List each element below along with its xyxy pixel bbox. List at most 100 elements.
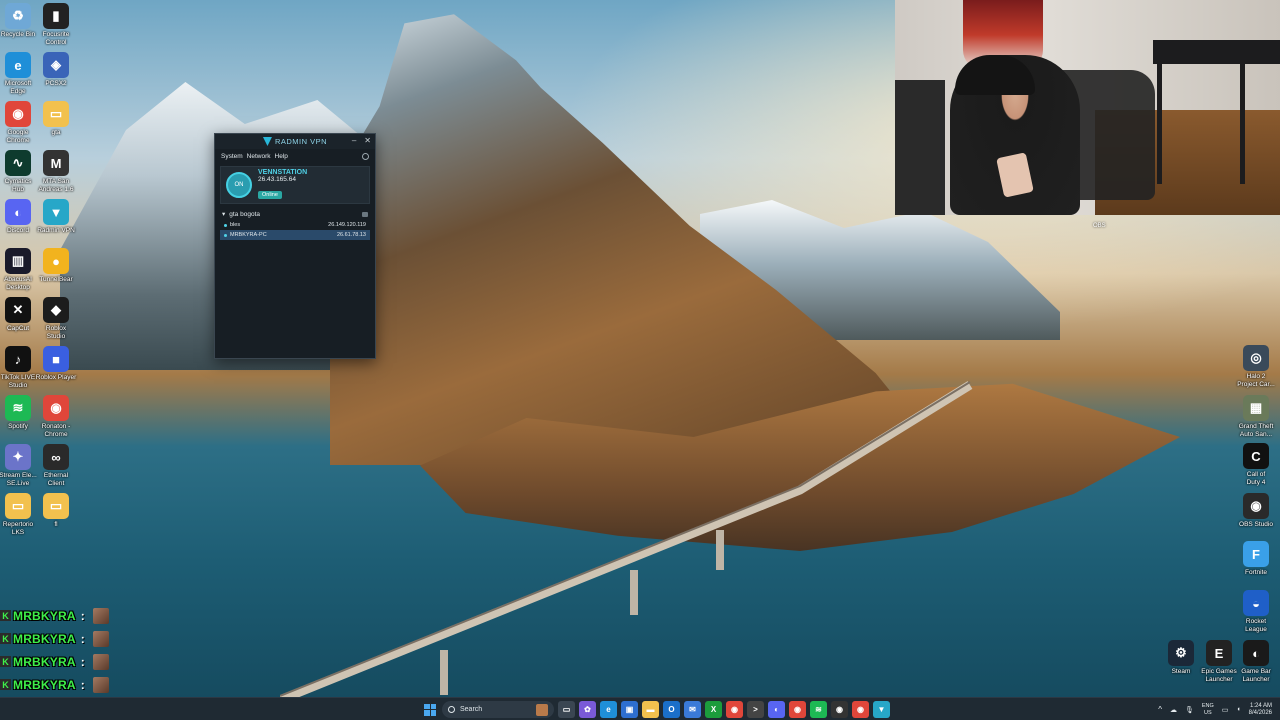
webcam-desk-leg [1157, 64, 1162, 184]
chat-username: MRBKYRA [13, 631, 76, 646]
desktop-icon[interactable]: ◎ Halo 2 Project Car... [1232, 345, 1280, 389]
peer-ip: 26.149.120.119 [328, 222, 366, 228]
radmin-logo-icon [262, 137, 272, 146]
language-code: ENG [1201, 702, 1214, 709]
desktop-icon[interactable]: ● TunnelBear [32, 248, 80, 284]
microphone-icon[interactable]: 🎙 [1185, 706, 1194, 714]
obs-icon[interactable]: ◉ [831, 701, 848, 718]
desktop-icon[interactable]: ◒ Rocket League [1232, 590, 1280, 634]
desktop-icon[interactable]: ◉ OBS Studio [1232, 493, 1280, 529]
menu-system[interactable]: System [221, 153, 243, 160]
radmin-icon[interactable]: ▼ [873, 701, 890, 718]
status-badge: Online [258, 191, 282, 199]
menu-network[interactable]: Network [247, 153, 271, 160]
desktop-icon[interactable]: ◉ Ronaton - Chrome [32, 395, 80, 439]
desktop-icon[interactable]: ∞ Ethernal Client [32, 444, 80, 488]
desktop-icon[interactable]: F Fortnite [1232, 541, 1280, 577]
webcam-desk [1153, 40, 1280, 64]
desktop-icon-label: Fortnite [1244, 569, 1268, 576]
edge-icon[interactable]: e [600, 701, 617, 718]
tiktok-icon: ♪ [5, 346, 31, 372]
desktop-icon[interactable]: ◐ Game Bar Launcher [1232, 640, 1280, 684]
outlook-icon[interactable]: O [663, 701, 680, 718]
store-icon[interactable]: ▣ [621, 701, 638, 718]
mta-icon: M [43, 150, 69, 176]
mail-icon[interactable]: ✉ [684, 701, 701, 718]
chat-avatar [92, 653, 109, 670]
clock-time: 1:24 AM [1249, 702, 1272, 709]
volume-icon[interactable]: ◖ [1236, 706, 1240, 713]
collapse-triangle-icon[interactable]: ▾ [222, 210, 225, 218]
network-group: ▾ gta bogota bles 26.149.120.119 MRBKYRA… [220, 208, 370, 240]
xbox-icon[interactable]: X [705, 701, 722, 718]
desktop-icon[interactable]: ▭ fl [32, 493, 80, 529]
desktop-icon[interactable]: ▦ Grand Theft Auto San... [1232, 395, 1280, 439]
desktop-icon[interactable]: M MTA San Andreas 1.6 [32, 150, 80, 194]
network-name: gta bogota [229, 210, 260, 218]
taskbar-search[interactable]: Search [442, 701, 554, 718]
streamelements-icon: ✦ [5, 444, 31, 470]
language-indicator[interactable]: ENG US [1202, 703, 1214, 717]
network-icon[interactable]: ▭ [1222, 706, 1229, 714]
start-button[interactable] [422, 702, 438, 718]
clock[interactable]: 1:24 AM 8/4/2026 [1249, 703, 1272, 717]
chat-message: KMRBKYRA: [0, 627, 120, 650]
peer-row[interactable]: bles 26.149.120.119 [220, 220, 370, 230]
task-view-icon[interactable]: ▭ [558, 701, 575, 718]
fortnite-icon: F [1243, 541, 1269, 567]
desktop-icon-label: gta [51, 129, 61, 136]
kick-badge-icon: K [0, 656, 11, 667]
chat-message: KMRBKYRA: [0, 673, 120, 696]
power-button[interactable]: ON [226, 172, 252, 198]
spotify-icon[interactable]: ≋ [810, 701, 827, 718]
tunnelbear-icon: ● [43, 248, 69, 274]
spotify-icon: ≋ [5, 395, 31, 421]
windows-logo-icon [430, 710, 436, 716]
desktop-icon[interactable]: C Call of Duty 4 [1232, 443, 1280, 487]
gta-sa-icon: ▦ [1243, 395, 1269, 421]
windows-logo-icon [424, 710, 430, 716]
desktop-icon[interactable]: ■ Roblox Player [32, 346, 80, 382]
desktop-icon[interactable]: ◈ PCSX2 [32, 52, 80, 88]
windows-logo-icon [424, 703, 430, 709]
kick-badge-icon: K [0, 679, 11, 690]
close-button[interactable]: ✕ [364, 136, 371, 145]
desktop-icon-label: Game Bar Launcher [1241, 668, 1271, 683]
roblox-studio-icon: ◆ [43, 297, 69, 323]
desktop-icon-label: Halo 2 Project Car... [1237, 373, 1275, 388]
webcam-shelf [895, 80, 945, 215]
desktop-icon-label: Ethernal Client [43, 472, 69, 487]
desktop-icon-label: Rocket League [1245, 618, 1267, 633]
chrome-icon[interactable]: ◉ [852, 701, 869, 718]
peer-row-selected[interactable]: MRBKYRA-PC 26.61.78.13 [220, 230, 370, 240]
show-hidden-icons-button[interactable]: ^ [1158, 705, 1162, 714]
abacus-icon: ▥ [5, 248, 31, 274]
chrome-icon[interactable]: ◉ [789, 701, 806, 718]
discord-icon[interactable]: ◐ [768, 701, 785, 718]
peer-ip: 26.61.78.13 [336, 232, 366, 238]
taskbar-center: Search ▭ ✿ e ▣ ▬ O ✉ X ◉ > ◐ ◉ ≋ ◉ ◉ ▼ [422, 700, 890, 719]
copilot-icon[interactable]: ✿ [579, 701, 596, 718]
steam-icon: ⚙ [1168, 640, 1194, 666]
file-explorer-icon[interactable]: ▬ [642, 701, 659, 718]
radmin-titlebar[interactable]: RADMIN VPN – ✕ [215, 134, 375, 149]
menu-help[interactable]: Help [275, 153, 288, 160]
chat-username: MRBKYRA [13, 677, 76, 692]
minimize-button[interactable]: – [352, 136, 356, 145]
radmin-vpn-window[interactable]: RADMIN VPN – ✕ System Network Help ON VE… [214, 133, 376, 359]
desktop-icon[interactable]: ▮ Focusrite Control [32, 3, 80, 47]
network-header[interactable]: ▾ gta bogota [220, 208, 370, 220]
clock-date: 8/4/2026 [1248, 709, 1272, 716]
terminal-icon[interactable]: > [747, 701, 764, 718]
chat-icon[interactable] [362, 152, 369, 160]
obs-desktop-icon-label[interactable]: OBS [1093, 223, 1106, 229]
network-chat-icon[interactable] [362, 211, 368, 217]
desktop-icon-label: Grand Theft Auto San... [1238, 423, 1274, 438]
chrome-icon[interactable]: ◉ [726, 701, 743, 718]
desktop-icon-label: TunnelBear [39, 276, 73, 283]
desktop-icon-label: MTA San Andreas 1.6 [38, 178, 74, 193]
desktop-icon[interactable]: ◆ Roblox Studio [32, 297, 80, 341]
cloud-icon[interactable]: ☁ [1170, 706, 1177, 714]
desktop-icon[interactable]: ▼ Radmin VPN [32, 199, 80, 235]
desktop-icon[interactable]: ▭ gta [32, 101, 80, 137]
